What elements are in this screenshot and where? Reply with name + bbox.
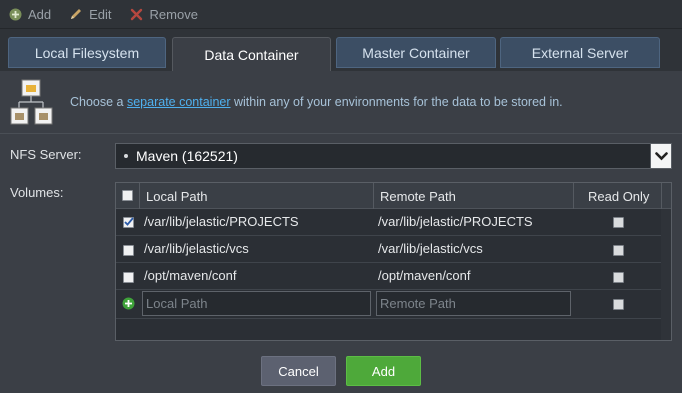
tabs-bar: Local Filesystem Data Container Master C… — [0, 29, 682, 71]
remote-path-cell: /var/lib/jelastic/vcs — [378, 241, 483, 256]
tab-label: Local Filesystem — [34, 44, 140, 61]
column-divider — [573, 183, 574, 209]
local-path-cell: /var/lib/jelastic/PROJECTS — [144, 214, 299, 229]
tab-local-filesystem[interactable]: Local Filesystem — [8, 37, 166, 68]
info-text: Choose a separate container within any o… — [70, 95, 563, 109]
table-row[interactable]: /var/lib/jelastic/vcs /var/lib/jelastic/… — [116, 236, 661, 263]
row-checkbox[interactable] — [123, 217, 134, 228]
nfs-server-value: Maven (162521) — [136, 148, 238, 164]
remote-path-header[interactable]: Remote Path — [380, 189, 456, 204]
table-row[interactable]: /opt/maven/conf /opt/maven/conf — [116, 263, 661, 290]
read-only-checkbox[interactable] — [613, 272, 624, 283]
volumes-label: Volumes: — [10, 185, 64, 200]
bullet-icon — [124, 154, 128, 158]
remote-path-input[interactable]: Remote Path — [376, 291, 571, 316]
nfs-server-select[interactable]: Maven (162521) — [115, 143, 672, 169]
local-path-header[interactable]: Local Path — [146, 189, 207, 204]
tab-label: Data Container — [204, 46, 299, 63]
table-row[interactable]: /var/lib/jelastic/PROJECTS /var/lib/jela… — [116, 209, 661, 236]
toolbar: Add Edit Remove — [0, 0, 682, 29]
remote-path-cell: /opt/maven/conf — [378, 268, 471, 283]
local-path-cell: /var/lib/jelastic/vcs — [144, 241, 249, 256]
tab-label: Master Container — [362, 44, 470, 61]
scrollbar[interactable] — [661, 209, 671, 340]
local-path-input[interactable]: Local Path — [142, 291, 371, 316]
column-divider — [373, 183, 374, 209]
tab-external-server[interactable]: External Server — [500, 37, 660, 68]
nfs-server-label: NFS Server: — [10, 147, 82, 162]
row-checkbox[interactable] — [123, 272, 134, 283]
new-volume-row: Local Path Remote Path — [116, 290, 661, 319]
row-checkbox[interactable] — [123, 245, 134, 256]
pencil-icon — [69, 7, 83, 21]
volumes-grid: Local Path Remote Path Read Only /var/li… — [115, 182, 672, 341]
remove-toolbar-button[interactable]: Remove — [130, 7, 198, 22]
add-icon — [8, 7, 22, 21]
remove-toolbar-label: Remove — [149, 6, 198, 22]
separate-container-link[interactable]: separate container — [127, 95, 231, 109]
container-tree-icon — [10, 78, 56, 128]
tab-data-container[interactable]: Data Container — [172, 37, 331, 71]
cancel-button[interactable]: Cancel — [261, 356, 336, 386]
read-only-checkbox[interactable] — [613, 299, 624, 310]
select-all-checkbox[interactable] — [122, 190, 133, 201]
info-prefix: Choose a — [70, 95, 127, 109]
divider — [0, 133, 682, 134]
info-row: Choose a separate container within any o… — [0, 71, 682, 131]
add-row-icon[interactable] — [122, 297, 135, 310]
remove-icon — [130, 7, 144, 21]
read-only-header[interactable]: Read Only — [588, 189, 649, 204]
local-path-cell: /opt/maven/conf — [144, 268, 237, 283]
tab-label: External Server — [531, 44, 629, 61]
edit-toolbar-label: Edit — [89, 6, 112, 22]
column-divider — [139, 183, 140, 209]
read-only-checkbox[interactable] — [613, 217, 624, 228]
info-suffix: within any of your environments for the … — [230, 95, 563, 109]
add-button[interactable]: Add — [346, 356, 421, 386]
remote-path-cell: /var/lib/jelastic/PROJECTS — [378, 214, 533, 229]
chevron-down-icon[interactable] — [650, 144, 671, 168]
add-toolbar-label: Add — [28, 6, 52, 22]
grid-header: Local Path Remote Path Read Only — [116, 183, 671, 209]
read-only-checkbox[interactable] — [613, 245, 624, 256]
edit-toolbar-button[interactable]: Edit — [69, 6, 112, 22]
add-toolbar-button[interactable]: Add — [8, 7, 51, 22]
tab-master-container[interactable]: Master Container — [336, 37, 496, 68]
column-divider — [661, 183, 662, 209]
